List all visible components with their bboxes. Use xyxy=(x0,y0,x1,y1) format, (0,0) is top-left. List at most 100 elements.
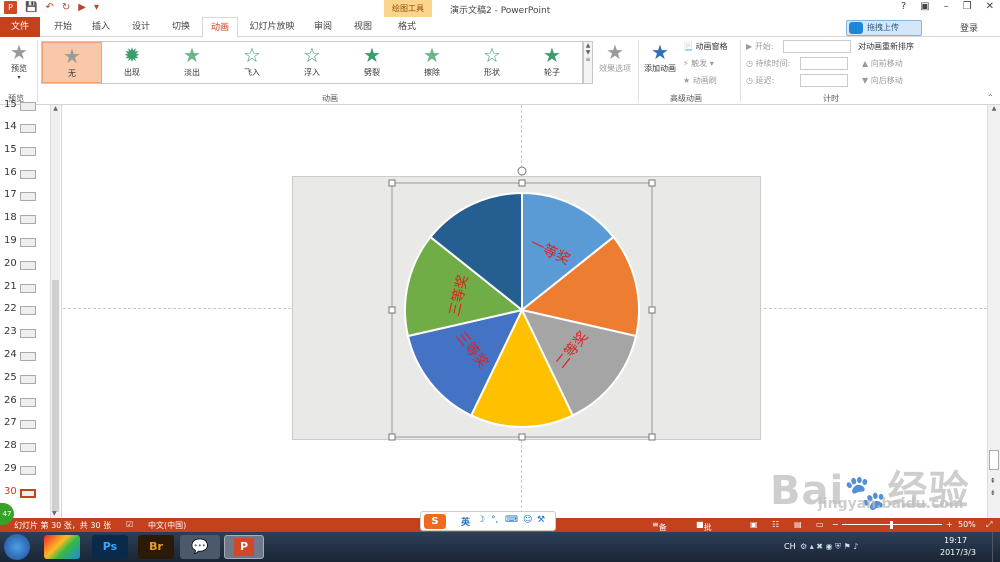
slide-thumbnail[interactable] xyxy=(20,397,36,407)
tray-icons[interactable]: ⚙ ▴ ✖ ◉ ⛨ ⚑ ♪ xyxy=(800,542,858,552)
start-button[interactable] xyxy=(4,534,30,560)
zoom-slider-thumb[interactable] xyxy=(890,521,893,529)
slide-sorter-icon[interactable]: ☷ xyxy=(772,520,779,529)
tab-slideshow[interactable]: 幻灯片放映 xyxy=(244,17,300,37)
sogou-logo-icon[interactable]: S xyxy=(424,514,446,529)
slide-thumbnail[interactable] xyxy=(20,124,36,133)
minimize-icon[interactable]: – xyxy=(944,1,949,12)
animation-shape[interactable]: ☆ 形状 xyxy=(462,42,522,83)
resize-handle[interactable] xyxy=(518,433,526,441)
zoom-in-icon[interactable]: + xyxy=(946,520,953,529)
tab-home[interactable]: 开始 xyxy=(46,17,80,37)
redo-icon[interactable]: ↻ xyxy=(62,2,70,13)
animation-appear[interactable]: ✹ 出现 xyxy=(102,42,162,83)
animation-wipe[interactable]: ★ 擦除 xyxy=(402,42,462,83)
login-link[interactable]: 登录 xyxy=(960,21,978,34)
add-animation-button[interactable]: ★ 添加动画 xyxy=(642,41,678,74)
scroll-up-icon[interactable]: ▲ xyxy=(51,105,60,112)
slide-thumbnail[interactable] xyxy=(20,329,36,339)
trigger-button[interactable]: ⚡ 触发 ▾ xyxy=(683,58,714,69)
fit-to-window-icon[interactable]: ⤢ xyxy=(986,520,992,530)
notes-button[interactable]: ≡ 备注 xyxy=(652,520,667,543)
collapse-ribbon-icon[interactable]: ⌃ xyxy=(987,93,994,102)
resize-handle[interactable] xyxy=(648,433,656,441)
slide-thumbnail[interactable] xyxy=(20,352,36,361)
restore-icon[interactable]: ❐ xyxy=(963,1,972,12)
zoom-out-icon[interactable]: − xyxy=(832,520,839,529)
slide-thumbnail[interactable] xyxy=(20,260,36,270)
animation-pane-button[interactable]: 📃 动画窗格 xyxy=(683,41,728,52)
tab-file[interactable]: 文件 xyxy=(0,17,40,37)
resize-handle[interactable] xyxy=(648,179,656,187)
user-icon[interactable]: ☺ xyxy=(523,515,532,525)
save-icon[interactable]: 💾 xyxy=(25,2,37,13)
normal-view-icon[interactable]: ▣ xyxy=(750,520,758,529)
resize-handle[interactable] xyxy=(518,179,526,187)
close-icon[interactable]: ✕ xyxy=(986,1,994,12)
tab-review[interactable]: 审阅 xyxy=(306,17,340,37)
powerpoint-taskbar-icon[interactable]: P xyxy=(224,535,264,559)
resize-handle[interactable] xyxy=(648,306,656,314)
pie-chart-object[interactable]: 一等奖二等奖三等奖三等奖 xyxy=(63,105,987,518)
move-later-button[interactable]: ▼ 向后移动 xyxy=(862,75,903,86)
slide-thumbnail[interactable] xyxy=(20,283,36,293)
rotate-handle[interactable] xyxy=(517,166,527,176)
wechat-icon[interactable]: 💬 xyxy=(180,535,220,559)
photoshop-icon[interactable]: Ps xyxy=(92,535,128,559)
animation-wheel[interactable]: ★ 轮子 xyxy=(522,42,582,83)
tab-design[interactable]: 设计 xyxy=(124,17,158,37)
previous-slide-icon[interactable]: ⇞ xyxy=(990,477,996,485)
slide-thumbnail[interactable] xyxy=(20,374,36,384)
comments-button[interactable]: ■ 批注 xyxy=(696,520,712,543)
animation-split[interactable]: ★ 劈裂 xyxy=(342,42,402,83)
bridge-icon[interactable]: Br xyxy=(138,535,174,559)
show-desktop-button[interactable] xyxy=(992,532,1000,562)
resize-handle[interactable] xyxy=(388,306,396,314)
resize-handle[interactable] xyxy=(388,179,396,187)
slide-thumbnail[interactable] xyxy=(20,306,36,316)
scroll-down-icon[interactable]: ▼ xyxy=(52,510,57,517)
slide-thumbnail[interactable] xyxy=(20,215,36,225)
punctuation-icon[interactable]: °, xyxy=(491,515,498,525)
preview-button[interactable]: ★ 预览 ▾ xyxy=(4,41,34,85)
language-status[interactable]: 中文(中国) xyxy=(148,520,186,531)
wrench-icon[interactable]: ⚒ xyxy=(537,515,545,525)
undo-icon[interactable]: ↶ xyxy=(45,2,53,13)
next-slide-icon[interactable]: ⇟ xyxy=(990,489,996,497)
slide-thumbnail[interactable] xyxy=(20,169,36,179)
tab-transitions[interactable]: 切换 xyxy=(162,17,200,37)
scroll-thumb[interactable] xyxy=(989,450,999,470)
ime-language-toggle[interactable]: 英 xyxy=(461,515,470,528)
delay-spinner[interactable] xyxy=(800,74,848,87)
resize-handle[interactable] xyxy=(388,433,396,441)
moon-icon[interactable]: ☽ xyxy=(477,515,485,525)
taskbar-app-icon[interactable] xyxy=(44,535,80,559)
duration-spinner[interactable] xyxy=(800,57,848,70)
tab-format[interactable]: 格式 xyxy=(386,17,428,37)
move-earlier-button[interactable]: ▲ 向前移动 xyxy=(862,58,903,69)
thumbnail-scrollbar[interactable]: ▲ ▼ xyxy=(50,105,60,518)
scroll-thumb[interactable] xyxy=(52,280,59,512)
animation-fade[interactable]: ★ 淡出 xyxy=(162,42,222,83)
slide-thumbnail[interactable] xyxy=(20,192,36,202)
effect-options-button[interactable]: ★ 效果选项 xyxy=(597,41,633,74)
drag-upload-button[interactable]: 拖拽上传 xyxy=(846,20,922,36)
input-language-indicator[interactable]: CH xyxy=(784,542,796,551)
reading-view-icon[interactable]: ▤ xyxy=(794,520,802,529)
slide-thumbnail[interactable] xyxy=(20,102,36,111)
animation-painter-button[interactable]: ★ 动画刷 xyxy=(683,75,717,86)
slide-thumbnail[interactable] xyxy=(20,466,36,475)
ribbon-display-icon[interactable]: ▣ xyxy=(920,1,929,12)
help-icon[interactable]: ? xyxy=(901,1,906,12)
proofing-icon[interactable]: ☑ xyxy=(126,520,133,529)
slide-thumbnail[interactable] xyxy=(20,488,36,498)
editing-area-scrollbar[interactable]: ▲ ⇞ ⇟ xyxy=(987,105,1000,518)
tab-view[interactable]: 视图 xyxy=(346,17,380,37)
slide-thumbnail[interactable] xyxy=(20,420,36,430)
start-dropdown[interactable] xyxy=(783,40,851,53)
keyboard-icon[interactable]: ⌨ xyxy=(505,515,518,525)
animation-fly-in[interactable]: ☆ 飞入 xyxy=(222,42,282,83)
slide-thumbnail[interactable] xyxy=(20,443,36,453)
customize-qat-icon[interactable]: ▾ xyxy=(94,2,99,13)
clock-date[interactable]: 2017/3/3 xyxy=(940,548,976,557)
